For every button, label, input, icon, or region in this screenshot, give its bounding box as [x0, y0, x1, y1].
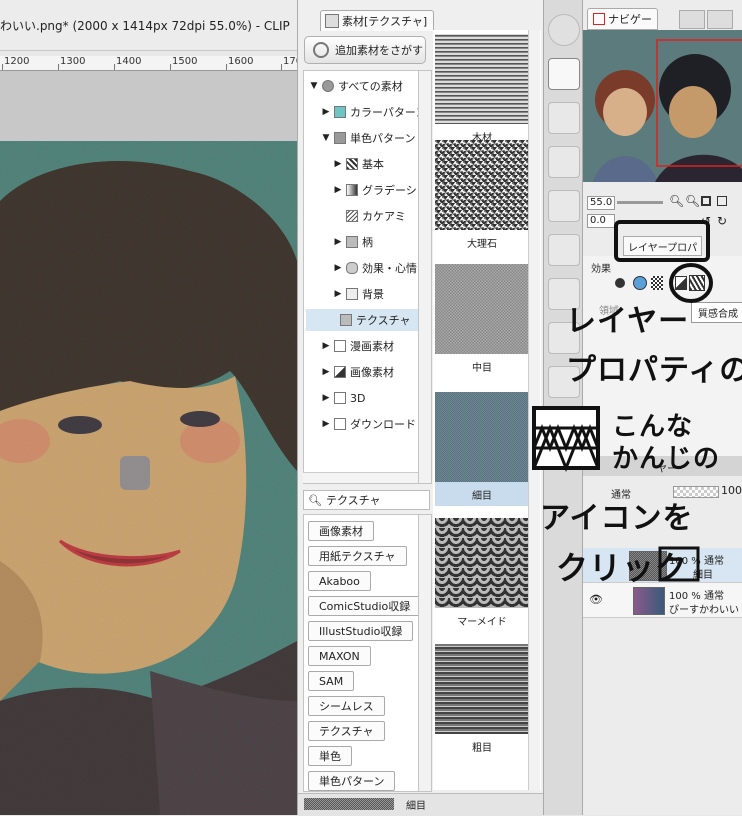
annotation-text: アイコンを: [540, 501, 694, 536]
annotation-text: かんじの: [612, 444, 721, 474]
annotation-text: クリック: [556, 549, 689, 587]
annotation-text: プロパティの: [566, 353, 742, 388]
annotation-text: レイヤー: [566, 304, 690, 339]
